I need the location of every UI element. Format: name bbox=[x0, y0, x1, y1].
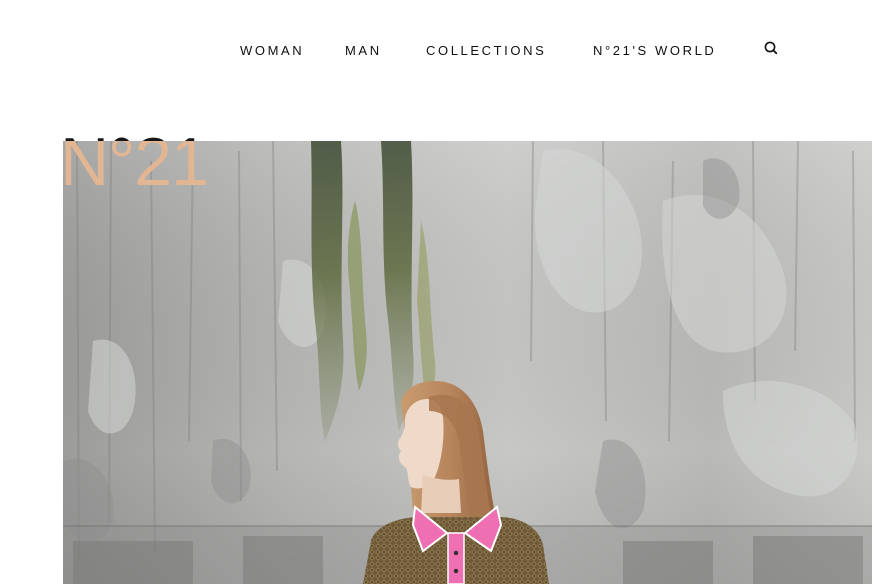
nav-item-collections[interactable]: COLLECTIONS bbox=[426, 42, 546, 60]
nav-item-n21-world[interactable]: N°21'S WORLD bbox=[593, 42, 716, 60]
search-icon bbox=[764, 41, 778, 55]
search-button[interactable] bbox=[762, 39, 782, 59]
nav-item-woman[interactable]: WOMAN bbox=[240, 42, 304, 60]
brand-logo[interactable]: N°21 N°21 bbox=[60, 122, 220, 196]
hero-image bbox=[63, 141, 872, 584]
nav-item-man[interactable]: MAN bbox=[345, 42, 382, 60]
main-navigation: WOMAN MAN COLLECTIONS N°21'S WORLD bbox=[0, 0, 883, 100]
hero-photo bbox=[63, 141, 872, 584]
